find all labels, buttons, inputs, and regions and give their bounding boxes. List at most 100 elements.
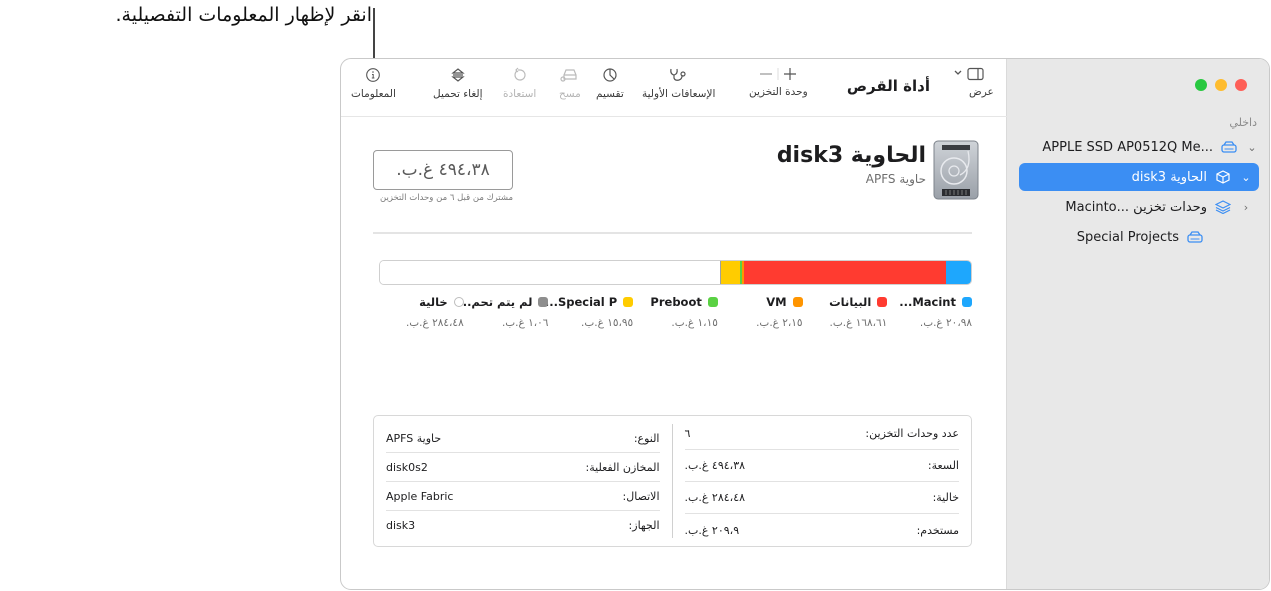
restore-button[interactable]: استعادة	[503, 67, 536, 100]
callout-caption: انقر لإظهار المعلومات التفصيلية.	[115, 4, 372, 26]
legend-swatch-icon	[623, 297, 634, 307]
info-row-capacity: السعة: ٤٩٤،٣٨ غ.ب.	[684, 450, 959, 482]
section-divider	[373, 232, 972, 234]
pie-chart-icon	[603, 68, 617, 82]
first-aid-label: الإسعافات الأولية	[642, 88, 716, 100]
volume-label: وحدة التخزين	[749, 86, 808, 98]
disk-utility-window: داخلي ⌄ APPLE SSD AP0512Q Me... ⌄ الحاوي…	[340, 58, 1270, 590]
restore-label: استعادة	[503, 88, 537, 100]
volume-title: الحاوية disk3	[776, 143, 926, 168]
internal-drive-icon	[1187, 230, 1203, 244]
legend-swatch-icon	[538, 297, 549, 307]
storage-legend: Macint... ٢٠،٩٨ غ.ب. البيانات ١٦٨،٦١ غ.ب. VM…	[379, 295, 972, 335]
storage-usage-bar	[379, 260, 972, 285]
info-button[interactable]: المعلومات	[351, 67, 396, 100]
unmount-label: إلغاء تحميل	[433, 88, 483, 100]
internal-drive-icon	[1221, 140, 1237, 154]
legend-label: خالية	[378, 295, 464, 309]
usage-segment-special	[721, 261, 741, 284]
close-window-button[interactable]	[1235, 79, 1247, 91]
erase-button[interactable]: مسح	[559, 67, 581, 100]
info-icon	[366, 68, 381, 82]
legend-name: Macint...	[899, 295, 956, 309]
chevron-down-icon[interactable]: ⌄	[1239, 171, 1253, 184]
sidebar-item-apple-ssd[interactable]: ⌄ APPLE SSD AP0512Q Me...	[1019, 133, 1259, 161]
partition-button[interactable]: تقسيم	[596, 67, 624, 100]
legend-item-free: خالية ٢٨٤،٤٨ غ.ب.	[378, 295, 464, 329]
sidebar-item-special-projects[interactable]: Special Projects	[1019, 223, 1259, 251]
info-value: ٤٩٤،٣٨ غ.ب.	[684, 459, 746, 472]
legend-item-macintosh: Macint... ٢٠،٩٨ غ.ب.	[886, 295, 972, 329]
legend-item-other: لم يتم تحم... ١،٠٦ غ.ب.	[458, 295, 549, 329]
info-value: disk3	[386, 519, 416, 532]
info-label: المعلومات	[351, 88, 396, 100]
info-label: خالية:	[932, 491, 959, 504]
partition-label: تقسيم	[596, 88, 624, 100]
info-row-type: النوع: حاوية APFS	[386, 424, 660, 453]
legend-value: ٢٨٤،٤٨ غ.ب.	[405, 317, 464, 329]
toolbar: عرض أداة القرص وحدة التخزين الإسعافات ال…	[341, 59, 1008, 117]
volume-group-icon	[1215, 200, 1231, 214]
info-label: الاتصال:	[622, 489, 660, 503]
view-button[interactable]: عرض	[947, 67, 994, 98]
sidebar: داخلي ⌄ APPLE SSD AP0512Q Me... ⌄ الحاوي…	[1006, 59, 1269, 589]
sidebar-item-label: APPLE SSD AP0512Q Me...	[1042, 139, 1213, 155]
sidebar-item-macintosh-volumes[interactable]: ‹ وحدات تخزين ...Macinto	[1019, 193, 1259, 221]
legend-item-vm: VM ٢،١٥ غ.ب.	[717, 295, 803, 329]
legend-name: البيانات	[829, 295, 872, 309]
info-label: المخازن الفعلية:	[585, 460, 660, 474]
legend-value: ٢،١٥ غ.ب.	[756, 317, 803, 329]
info-value: ٦	[684, 427, 691, 440]
usage-segment-other	[719, 261, 722, 284]
info-label: عدد وحدات التخزين:	[865, 427, 959, 440]
info-value: Apple Fabric	[386, 489, 454, 503]
legend-swatch-icon	[877, 297, 888, 307]
unmount-button[interactable]: إلغاء تحميل	[433, 67, 483, 100]
plus-minus-icon	[760, 68, 797, 80]
unmount-icon	[451, 68, 465, 82]
container-size-display: ٤٩٤،٣٨ غ.ب.	[373, 150, 513, 190]
info-value: disk0s2	[386, 460, 428, 474]
view-label: عرض	[969, 86, 994, 98]
info-row-volume-count: عدد وحدات التخزين: ٦	[684, 418, 959, 450]
stethoscope-icon	[669, 68, 686, 81]
legend-name: لم يتم تحم...	[458, 295, 533, 309]
restore-icon	[514, 67, 526, 81]
container-icon	[1215, 170, 1231, 184]
sidebar-item-label: الحاوية disk3	[1131, 169, 1207, 185]
legend-name: خالية	[419, 295, 448, 309]
app-title: أداة القرص	[846, 77, 930, 95]
first-aid-button[interactable]: الإسعافات الأولية	[642, 67, 715, 100]
legend-label: لم يتم تحم...	[458, 295, 549, 309]
info-row-device: الجهاز: disk3	[386, 511, 660, 540]
legend-name: Special P...	[544, 295, 618, 309]
usage-segment-macintosh	[945, 261, 971, 284]
chevron-down-icon[interactable]: ⌄	[1245, 141, 1259, 154]
chevron-left-icon[interactable]: ‹	[1239, 201, 1253, 214]
legend-name: VM	[766, 295, 787, 309]
legend-value: ١٥،٩٥ غ.ب.	[581, 317, 634, 329]
legend-item-data: البيانات ١٦٨،٦١ غ.ب.	[801, 295, 888, 329]
info-label: مستخدم:	[916, 523, 959, 537]
info-value: ٢٠٩،٩ غ.ب.	[684, 523, 740, 537]
legend-value: ١،١٥ غ.ب.	[671, 317, 718, 329]
legend-swatch-icon	[962, 297, 972, 307]
sidebar-item-label: وحدات تخزين ...Macinto	[1065, 199, 1207, 215]
legend-label: البيانات	[801, 295, 888, 309]
legend-value: ٢٠،٩٨ غ.ب.	[919, 317, 972, 329]
sidebar-item-container-disk3[interactable]: ⌄ الحاوية disk3	[1019, 163, 1259, 191]
info-column-device: النوع: حاوية APFS المخازن الفعلية: disk0…	[374, 424, 673, 538]
legend-value: ١،٠٦ غ.ب.	[501, 317, 549, 329]
shared-volumes-note: مشترك من قبل ٦ من وحدات التخزين	[379, 193, 513, 203]
minimize-window-button[interactable]	[1215, 79, 1227, 91]
usage-segment-preboot	[740, 261, 742, 284]
add-remove-volume-button[interactable]: وحدة التخزين	[749, 67, 808, 98]
info-label: الجهاز:	[628, 519, 660, 532]
zoom-window-button[interactable]	[1195, 79, 1207, 91]
erase-label: مسح	[559, 88, 581, 100]
usage-segment-free	[380, 261, 720, 284]
sidebar-section-internal: داخلي	[1229, 116, 1257, 129]
usage-segment-data	[744, 261, 946, 284]
volume-subtitle: حاوية APFS	[865, 172, 926, 186]
legend-label: VM	[717, 295, 803, 309]
